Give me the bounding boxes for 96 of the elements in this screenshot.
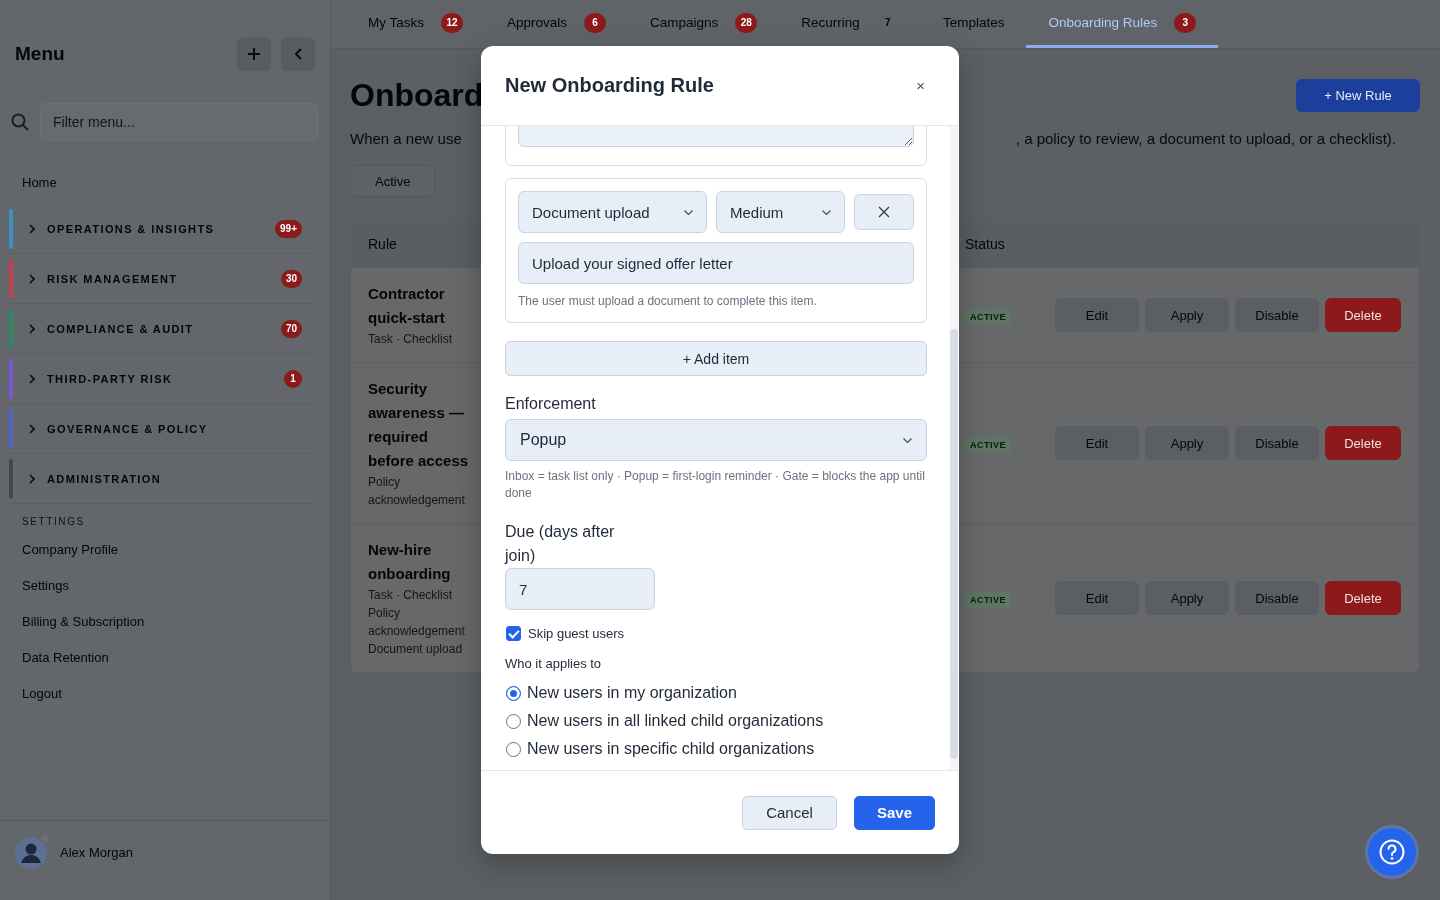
scrollbar-thumb[interactable] bbox=[950, 329, 958, 759]
rule-meta: Document upload bbox=[368, 641, 464, 658]
status-badge: ACTIVE bbox=[965, 309, 1011, 325]
sidebar-title: Menu bbox=[15, 43, 65, 65]
chevron-down-icon bbox=[822, 209, 831, 215]
rule-name: Contractor quick-start bbox=[368, 284, 446, 328]
rule-name: Security awareness — required before access bbox=[368, 379, 470, 471]
sidebar-link[interactable]: Logout bbox=[0, 675, 330, 711]
chevron-down-icon bbox=[684, 209, 693, 215]
sidebar-item[interactable]: Home bbox=[0, 164, 330, 200]
status-badge: ACTIVE bbox=[965, 437, 1011, 453]
radio-button[interactable] bbox=[506, 685, 521, 701]
action-button[interactable]: Delete bbox=[1325, 298, 1401, 332]
radio-label: New users in my organization bbox=[527, 684, 737, 702]
filter-field[interactable]: Filter menu... bbox=[40, 103, 318, 141]
action-button[interactable]: Apply bbox=[1145, 426, 1229, 460]
count-badge: 70 bbox=[280, 319, 302, 338]
count-badge: 30 bbox=[280, 269, 302, 288]
sidebar-link[interactable]: Billing & Subscription bbox=[0, 603, 330, 639]
sidebar-link[interactable]: Settings bbox=[0, 567, 330, 603]
section-label: SETTINGS bbox=[22, 516, 86, 527]
item-text-field[interactable]: Upload your signed offer letter bbox=[518, 242, 914, 284]
chevron-left-icon bbox=[294, 48, 302, 60]
search-icon bbox=[11, 113, 29, 131]
field-label: Who it applies to bbox=[505, 655, 602, 673]
count-badge: 6 bbox=[584, 12, 607, 33]
user-name: Alex Morgan bbox=[60, 845, 133, 860]
action-button[interactable]: Edit bbox=[1055, 298, 1139, 332]
sidebar-link[interactable]: Data Retention bbox=[0, 639, 330, 675]
rule-meta: Policy acknowledgement bbox=[368, 474, 466, 509]
sidebar-group[interactable]: GOVERNANCE & POLICY bbox=[9, 404, 316, 454]
tab[interactable]: My Tasks 12 bbox=[346, 0, 485, 48]
priority-select[interactable]: Medium bbox=[716, 191, 845, 233]
plus-icon bbox=[248, 48, 260, 60]
sidebar-group[interactable]: ADMINISTRATION bbox=[9, 454, 316, 504]
count-badge: 99+ bbox=[275, 219, 302, 238]
type-select[interactable]: Document upload bbox=[518, 191, 707, 233]
filter-tab[interactable]: Active bbox=[350, 165, 436, 197]
rule-meta: Task · Checklist bbox=[368, 331, 454, 348]
add-button[interactable] bbox=[237, 37, 271, 71]
modal-title: New Onboarding Rule bbox=[505, 74, 714, 97]
action-button[interactable]: Edit bbox=[1055, 581, 1139, 615]
user-avatar-icon bbox=[15, 833, 51, 869]
add-item-button[interactable]: + Add item bbox=[505, 341, 927, 376]
count-badge: 1 bbox=[284, 369, 302, 388]
sidebar-group[interactable]: COMPLIANCE & AUDIT 70 bbox=[9, 304, 316, 354]
number-field[interactable]: 7 bbox=[505, 568, 655, 610]
radio-button[interactable] bbox=[506, 713, 521, 729]
action-button[interactable]: Disable bbox=[1235, 298, 1319, 332]
item-hint: The user must upload a document to complete this item. bbox=[518, 293, 818, 310]
count-badge: 12 bbox=[441, 12, 463, 33]
page-title: Onboard bbox=[350, 76, 484, 114]
action-button[interactable]: Disable bbox=[1235, 426, 1319, 460]
checkbox[interactable] bbox=[506, 626, 521, 641]
page-description: When a new use bbox=[350, 130, 462, 147]
scrollbar[interactable] bbox=[950, 126, 958, 770]
save-button[interactable]: Save bbox=[854, 795, 935, 830]
sidebar-link[interactable]: Company Profile bbox=[0, 531, 330, 567]
column-header: Status bbox=[964, 236, 1006, 252]
cancel-button[interactable]: Cancel bbox=[742, 795, 837, 830]
radio-label: New users in all linked child organizations bbox=[527, 712, 824, 730]
help-icon bbox=[1379, 839, 1405, 865]
sidebar-group[interactable]: THIRD-PARTY RISK 1 bbox=[9, 354, 316, 404]
checkbox-label: Skip guest users bbox=[528, 626, 625, 641]
rule-meta: Policy acknowledgement bbox=[368, 605, 466, 640]
column-header: Rule bbox=[367, 236, 398, 252]
radio-label: New users in specific child organizations bbox=[527, 740, 815, 758]
remove-item-button[interactable] bbox=[854, 194, 914, 230]
tab[interactable]: Templates bbox=[920, 0, 1027, 48]
tab[interactable]: Onboarding Rules 3 bbox=[1026, 0, 1219, 48]
rule-meta: Task · Checklist bbox=[368, 587, 454, 604]
count-badge: 28 bbox=[735, 12, 758, 33]
radio-button[interactable] bbox=[506, 741, 521, 757]
action-button[interactable]: Delete bbox=[1325, 581, 1401, 615]
enforcement-select[interactable]: Popup bbox=[505, 419, 927, 461]
count-badge: 3 bbox=[1174, 12, 1197, 33]
status-badge: ACTIVE bbox=[965, 592, 1011, 608]
page-description: , a policy to review, a document to upload, or a checklist). bbox=[1015, 130, 1396, 147]
action-button[interactable]: Apply bbox=[1145, 298, 1229, 332]
action-button[interactable]: Edit bbox=[1055, 426, 1139, 460]
field-label: Enforcement bbox=[505, 394, 596, 414]
new-rule-button[interactable]: + New Rule bbox=[1296, 78, 1420, 112]
field-label: Due (days after join) bbox=[505, 522, 616, 566]
field-hint: Inbox = task list only · Popup = first-login reminder · Gate = blocks the app until done bbox=[505, 468, 926, 502]
close-icon bbox=[878, 206, 890, 218]
sidebar-group[interactable]: RISK MANAGEMENT 30 bbox=[9, 254, 316, 304]
sidebar-group[interactable]: OPERATIONS & INSIGHTS 99+ bbox=[9, 204, 316, 254]
collapse-button[interactable] bbox=[281, 37, 315, 71]
action-button[interactable]: Apply bbox=[1145, 581, 1229, 615]
rule-name: New-hire onboarding bbox=[368, 540, 452, 584]
close-button[interactable]: × bbox=[912, 75, 929, 96]
action-button[interactable]: Disable bbox=[1235, 581, 1319, 615]
count-label: 7 bbox=[884, 16, 892, 30]
chevron-down-icon bbox=[903, 437, 912, 443]
tab[interactable]: Recurring 7 bbox=[779, 0, 921, 48]
action-button[interactable]: Delete bbox=[1325, 426, 1401, 460]
